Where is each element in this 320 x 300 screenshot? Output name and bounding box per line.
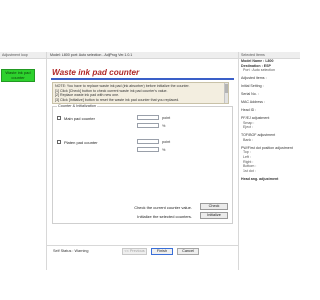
platen-pad-counter-checkbox[interactable]: [57, 140, 61, 144]
left-sidebar: Adjustment loop Waste ink pad counter: [0, 52, 47, 270]
sidebar-header: Adjustment loop: [0, 52, 46, 59]
initialize-button[interactable]: Initialize: [200, 212, 228, 219]
main-pad-counter-label: Main pad counter: [64, 116, 95, 121]
page-title: Waste ink pad counter: [52, 68, 140, 77]
main-panel: Waste ink pad counter NOTE: You have to …: [47, 59, 238, 270]
title-divider: [51, 78, 234, 80]
previous-button[interactable]: << Previous: [122, 248, 147, 255]
main-pad-percent-value: [137, 123, 159, 128]
platen-pad-point-value: [137, 139, 159, 144]
cancel-button[interactable]: Cancel: [177, 248, 199, 255]
note-scrollbar[interactable]: [224, 83, 228, 103]
main-pad-point-value: [137, 115, 159, 120]
selected-items-list: Model Name : L800 Destination : ESP Port :…: [239, 59, 300, 181]
note-scrollbar-thumb[interactable]: [225, 84, 228, 93]
counter-initialization-group: Counter & Initialization Main pad counte…: [52, 104, 234, 224]
check-button[interactable]: Check: [200, 203, 228, 210]
main-pad-point-unit: point: [162, 116, 171, 120]
self-status-text: Self Status : Warning: [53, 249, 89, 253]
note-line: [3] Click [Initialize] button to reset t…: [55, 97, 180, 102]
model-port-info-bar: Model: L800 port: Auto selection - AdjPr…: [47, 52, 238, 59]
instruction-note-box: NOTE: You have to replace waste ink pad …: [52, 82, 229, 104]
selected-items-panel: Selected Items Model Name : L800 Destinat…: [238, 52, 300, 270]
group-label: Counter & Initialization: [57, 104, 97, 108]
platen-pad-percent-unit: %: [162, 148, 166, 152]
adjustment-program-window: Adjustment loop Waste ink pad counter Mo…: [0, 52, 300, 270]
platen-pad-percent-value: [137, 147, 159, 152]
main-pad-percent-unit: %: [162, 124, 166, 128]
bottom-navigation-bar: Self Status : Warning << Previous Finish…: [47, 245, 238, 256]
main-pad-counter-checkbox[interactable]: [57, 116, 61, 120]
selected-items-header: Selected Items: [239, 52, 300, 59]
selected-item-line: Head ang. adjustment: [241, 176, 279, 181]
initialize-description: Initialize the selected counters.: [137, 214, 192, 219]
check-description: Check the current counter value.: [134, 205, 192, 210]
main-pad-counter-row: Main pad counter point %: [53, 115, 234, 135]
platen-pad-counter-row: Platen pad counter point %: [53, 139, 234, 159]
platen-pad-counter-label: Platen pad counter: [64, 140, 98, 145]
finish-button[interactable]: Finish: [151, 248, 173, 255]
sidebar-item-waste-ink-pad-counter[interactable]: Waste ink pad counter: [1, 69, 35, 82]
platen-pad-point-unit: point: [162, 140, 171, 144]
